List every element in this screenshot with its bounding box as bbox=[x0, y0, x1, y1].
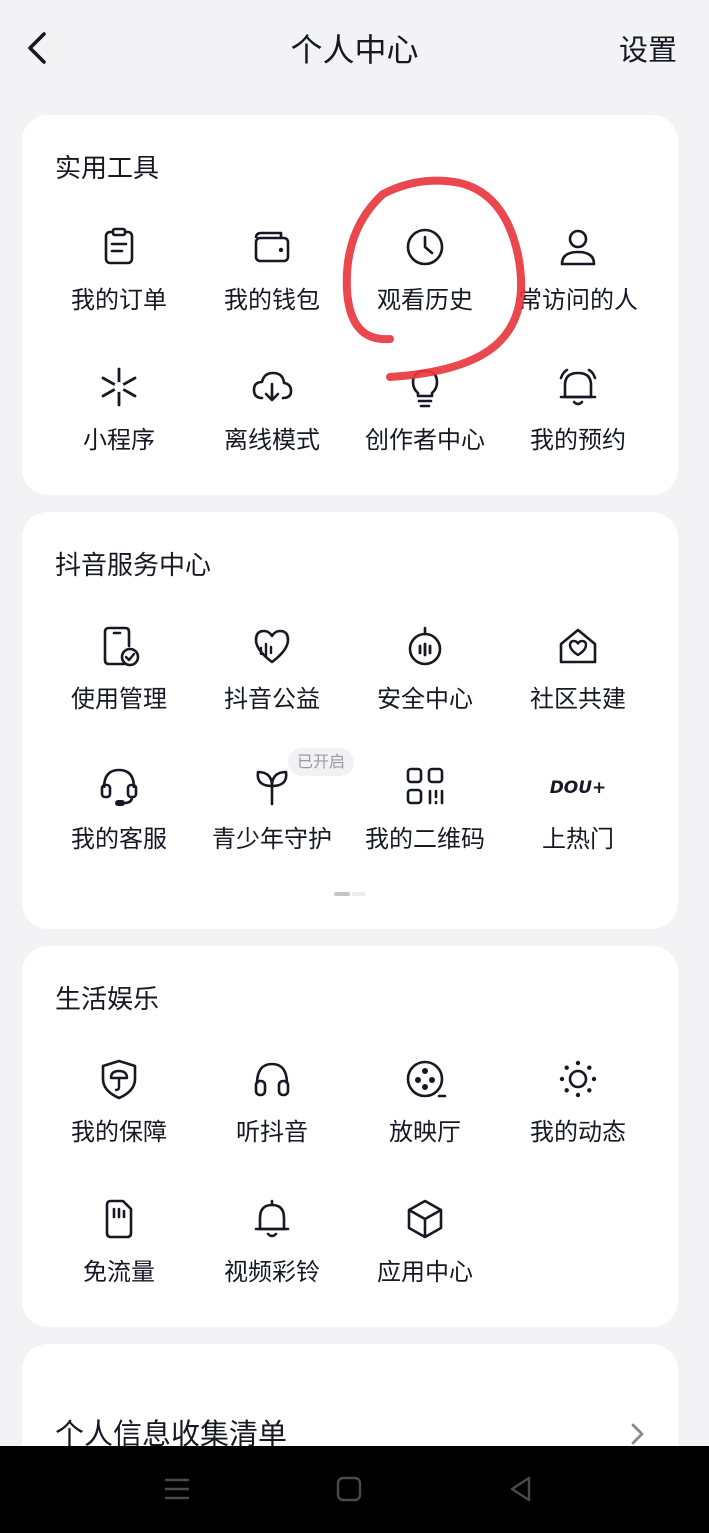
sim-card-icon bbox=[105, 1199, 133, 1239]
lightbulb-icon bbox=[411, 369, 439, 408]
services-item-label: 我的客服 bbox=[71, 825, 167, 853]
phone-check-icon bbox=[103, 626, 140, 667]
services-item-community[interactable]: 社区共建 bbox=[503, 624, 653, 716]
tools-card: 实用工具 我的订单 我的钱包 观看历史 常访问的人 小程序 离线模式 创作者中心… bbox=[22, 115, 678, 495]
tools-item-label: 小程序 bbox=[83, 426, 155, 454]
services-section-title: 抖音服务中心 bbox=[55, 551, 212, 581]
qr-code-icon bbox=[406, 767, 444, 805]
services-item-teen-protection[interactable]: 青少年守护 bbox=[197, 764, 347, 856]
life-item-label: 应用中心 bbox=[377, 1258, 473, 1286]
svg-text:DOU+: DOU+ bbox=[550, 778, 606, 798]
clock-icon bbox=[406, 228, 444, 266]
tools-item-label: 创作者中心 bbox=[365, 426, 485, 454]
tools-item-frequent-visitors[interactable]: 常访问的人 bbox=[503, 225, 653, 317]
tools-item-reservations[interactable]: 我的预约 bbox=[503, 365, 653, 457]
services-item-label: 青少年守护 bbox=[212, 825, 332, 853]
menu-icon[interactable] bbox=[160, 1472, 194, 1506]
mini-program-icon bbox=[101, 367, 137, 407]
tools-item-label: 观看历史 bbox=[377, 286, 473, 314]
services-card: 抖音服务中心 使用管理 抖音公益 安全中心 社区共建 我的客服 青少年守护 我的… bbox=[22, 512, 678, 929]
tools-item-offline-mode[interactable]: 离线模式 bbox=[197, 365, 347, 457]
back-triangle-icon[interactable] bbox=[504, 1472, 538, 1506]
headset-icon bbox=[100, 768, 138, 806]
tools-item-orders[interactable]: 我的订单 bbox=[44, 225, 194, 317]
film-reel-icon bbox=[406, 1060, 447, 1098]
system-nav-bar bbox=[0, 1446, 709, 1533]
heart-icon bbox=[254, 629, 290, 664]
services-item-charity[interactable]: 抖音公益 bbox=[197, 624, 347, 716]
life-item-label: 视频彩铃 bbox=[224, 1258, 320, 1286]
tools-item-label: 我的钱包 bbox=[224, 286, 320, 314]
life-item-activity[interactable]: 我的动态 bbox=[503, 1057, 653, 1149]
tools-item-watch-history[interactable]: 观看历史 bbox=[350, 225, 500, 317]
services-item-label: 我的二维码 bbox=[365, 825, 485, 853]
tools-section-title: 实用工具 bbox=[55, 154, 160, 184]
person-icon bbox=[560, 229, 596, 266]
services-item-customer-service[interactable]: 我的客服 bbox=[44, 764, 194, 856]
headphones-icon bbox=[254, 1062, 290, 1097]
life-item-label: 我的保障 bbox=[71, 1118, 167, 1146]
life-item-label: 我的动态 bbox=[530, 1118, 626, 1146]
tools-item-label: 我的预约 bbox=[530, 426, 626, 454]
life-item-ringtone[interactable]: 视频彩铃 bbox=[197, 1197, 347, 1289]
cloud-download-icon bbox=[252, 371, 293, 402]
top-bar: 个人中心 设置 bbox=[0, 0, 709, 100]
page-indicator bbox=[334, 892, 366, 896]
tools-item-creator-center[interactable]: 创作者中心 bbox=[350, 365, 500, 457]
life-item-listen[interactable]: 听抖音 bbox=[197, 1057, 347, 1149]
stopwatch-icon bbox=[408, 626, 442, 666]
settings-button[interactable]: 设置 bbox=[619, 28, 677, 72]
cube-icon bbox=[407, 1199, 443, 1239]
order-icon bbox=[104, 227, 134, 265]
home-heart-icon bbox=[559, 628, 597, 664]
services-item-label: 抖音公益 bbox=[224, 685, 320, 713]
home-square-icon[interactable] bbox=[332, 1472, 366, 1506]
life-section-title: 生活娱乐 bbox=[55, 985, 160, 1015]
services-item-label: 安全中心 bbox=[377, 685, 473, 713]
shield-icon bbox=[101, 1059, 137, 1100]
life-item-app-center[interactable]: 应用中心 bbox=[350, 1197, 500, 1289]
sprout-icon bbox=[256, 770, 288, 806]
bell-icon bbox=[559, 368, 597, 406]
tools-item-wallet[interactable]: 我的钱包 bbox=[197, 225, 347, 317]
life-item-label: 放映厅 bbox=[389, 1118, 461, 1146]
sun-dots-icon bbox=[559, 1060, 597, 1098]
services-item-qr-code[interactable]: 我的二维码 bbox=[350, 764, 500, 856]
ringtone-bell-icon bbox=[254, 1199, 290, 1238]
life-item-free-data[interactable]: 免流量 bbox=[44, 1197, 194, 1289]
services-item-label: 使用管理 bbox=[71, 685, 167, 713]
services-item-label: 上热门 bbox=[542, 825, 614, 853]
life-item-cinema[interactable]: 放映厅 bbox=[350, 1057, 500, 1149]
services-item-dou-plus[interactable]: DOU+ 上热门 bbox=[503, 764, 653, 856]
services-item-security-center[interactable]: 安全中心 bbox=[350, 624, 500, 716]
wallet-icon bbox=[254, 231, 290, 263]
tools-item-label: 我的订单 bbox=[71, 286, 167, 314]
page-title: 个人中心 bbox=[290, 31, 419, 69]
tools-item-mini-program[interactable]: 小程序 bbox=[44, 365, 194, 457]
status-badge: 已开启 bbox=[288, 748, 355, 776]
life-item-insurance[interactable]: 我的保障 bbox=[44, 1057, 194, 1149]
services-item-label: 社区共建 bbox=[530, 685, 626, 713]
services-item-usage-management[interactable]: 使用管理 bbox=[44, 624, 194, 716]
life-item-label: 听抖音 bbox=[236, 1118, 308, 1146]
tools-item-label: 常访问的人 bbox=[518, 286, 638, 314]
life-card: 生活娱乐 我的保障 听抖音 放映厅 我的动态 免流量 视频彩铃 应用中心 bbox=[22, 946, 678, 1327]
life-item-label: 免流量 bbox=[83, 1258, 155, 1286]
dou-plus-icon: DOU+ bbox=[550, 778, 606, 798]
tools-item-label: 离线模式 bbox=[224, 426, 320, 454]
